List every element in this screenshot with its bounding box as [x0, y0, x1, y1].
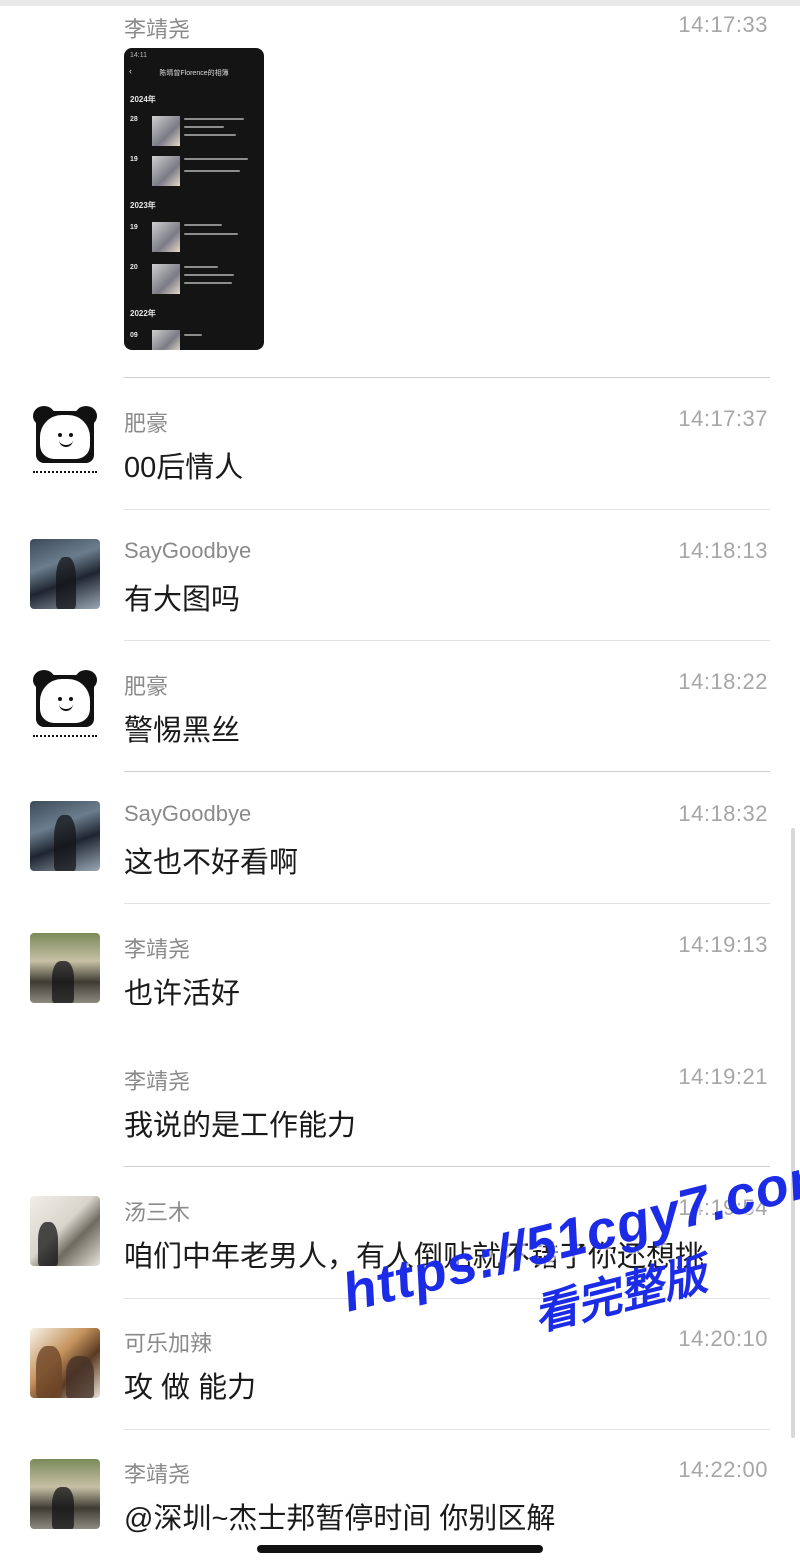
message-item[interactable]: 李靖尧 14:19:13 也许活好: [0, 903, 800, 1035]
message-time: 14:17:37: [678, 406, 768, 431]
message-time: 14:19:21: [678, 1064, 768, 1089]
screenshot-day: 19: [130, 224, 138, 231]
sender-name: 李靖尧: [124, 1069, 191, 1094]
screenshot-thumbnail: [152, 330, 180, 350]
message-item[interactable]: 李靖尧 14:19:21 我说的是工作能力: [0, 1035, 800, 1166]
screenshot-text-line: [184, 266, 218, 268]
scrollbar[interactable]: [791, 828, 795, 1438]
avatar[interactable]: [30, 1459, 100, 1529]
screenshot-status-time: 14:11: [130, 52, 147, 59]
sender-name: SayGoodbye: [124, 538, 252, 563]
screenshot-day: 19: [130, 156, 138, 163]
screenshot-text-line: [184, 118, 244, 120]
message-item[interactable]: SayGoodbye 14:18:32 这也不好看啊: [0, 771, 800, 903]
sender-name: 李靖尧: [124, 17, 191, 42]
avatar[interactable]: [30, 1328, 100, 1398]
message-time: 14:18:22: [678, 669, 768, 694]
screenshot-year: 2024年: [130, 95, 156, 104]
message-text: 咱们中年老男人，有人倒贴就不错了你还想挑: [124, 1241, 705, 1273]
message-text: 有大图吗: [124, 584, 241, 616]
message-text: 攻 做 能力: [124, 1372, 257, 1404]
message-time: 14:18:13: [678, 538, 768, 563]
screenshot-day: 28: [130, 116, 138, 123]
avatar[interactable]: [30, 539, 100, 609]
message-item[interactable]: SayGoodbye 14:18:13 有大图吗: [0, 509, 800, 640]
message-item[interactable]: 肥豪 14:18:22 警惕黑丝: [0, 640, 800, 771]
sender-name: 汤三木: [124, 1200, 191, 1225]
message-item[interactable]: 李靖尧 14:22:00 @深圳~杰士邦暂停时间 你别区解: [0, 1429, 800, 1539]
screenshot-text-line: [184, 126, 224, 128]
screenshot-text-line: [184, 233, 238, 235]
sender-name: 可乐加辣: [124, 1331, 213, 1356]
screenshot-thumbnail: [152, 264, 180, 294]
screenshot-day: 20: [130, 264, 138, 271]
avatar[interactable]: [30, 801, 100, 871]
message-item[interactable]: 肥豪 14:17:37 00后情人: [0, 378, 800, 509]
screenshot-title: 陈晴曾Florence的相簿: [159, 70, 229, 77]
sender-name: 李靖尧: [124, 1462, 191, 1487]
message-text: 我说的是工作能力: [124, 1110, 357, 1142]
sender-name: 肥豪: [124, 411, 169, 436]
screenshot-thumbnail: [152, 156, 180, 186]
screenshot-text-line: [184, 334, 202, 336]
message-text: 警惕黑丝: [124, 715, 241, 747]
message-item[interactable]: 汤三木 14:19:54 咱们中年老男人，有人倒贴就不错了你还想挑: [0, 1166, 800, 1298]
screenshot-text-line: [184, 158, 248, 160]
screenshot-text-line: [184, 224, 222, 226]
message-text: 也许活好: [124, 978, 241, 1010]
message-time: 14:19:13: [678, 932, 768, 957]
message-item[interactable]: 可乐加辣 14:20:10 攻 做 能力: [0, 1298, 800, 1429]
screenshot-year: 2022年: [130, 309, 156, 318]
message-item[interactable]: 李靖尧 14:17:33 14:11 ‹ 陈晴曾Florence的相簿 2024…: [0, 0, 800, 378]
avatar[interactable]: [30, 1196, 100, 1266]
message-text: @深圳~杰士邦暂停时间 你别区解: [124, 1503, 556, 1535]
screenshot-text-line: [184, 282, 232, 284]
screenshot-year: 2023年: [130, 201, 156, 210]
panda-avatar[interactable]: [30, 406, 100, 476]
shared-screenshot-image[interactable]: 14:11 ‹ 陈晴曾Florence的相簿 2024年 28 19 2023年…: [124, 48, 264, 350]
message-text: 00后情人: [124, 452, 244, 484]
screenshot-text-line: [184, 134, 236, 136]
sender-name: 李靖尧: [124, 937, 191, 962]
message-time: 14:20:10: [678, 1326, 768, 1351]
screenshot-thumbnail: [152, 116, 180, 146]
message-time: 14:17:33: [678, 12, 768, 37]
screenshot-text-line: [184, 274, 234, 276]
message-time: 14:22:00: [678, 1457, 768, 1482]
panda-avatar[interactable]: [30, 670, 100, 740]
message-time: 14:19:54: [678, 1195, 768, 1220]
message-time: 14:18:32: [678, 801, 768, 826]
avatar[interactable]: [30, 933, 100, 1003]
screenshot-text-line: [184, 170, 240, 172]
sender-name: SayGoodbye: [124, 801, 252, 826]
sender-name: 肥豪: [124, 674, 169, 699]
message-text: 这也不好看啊: [124, 847, 299, 879]
home-indicator[interactable]: [257, 1545, 543, 1553]
screenshot-day: 09: [130, 332, 138, 339]
screenshot-thumbnail: [152, 222, 180, 252]
